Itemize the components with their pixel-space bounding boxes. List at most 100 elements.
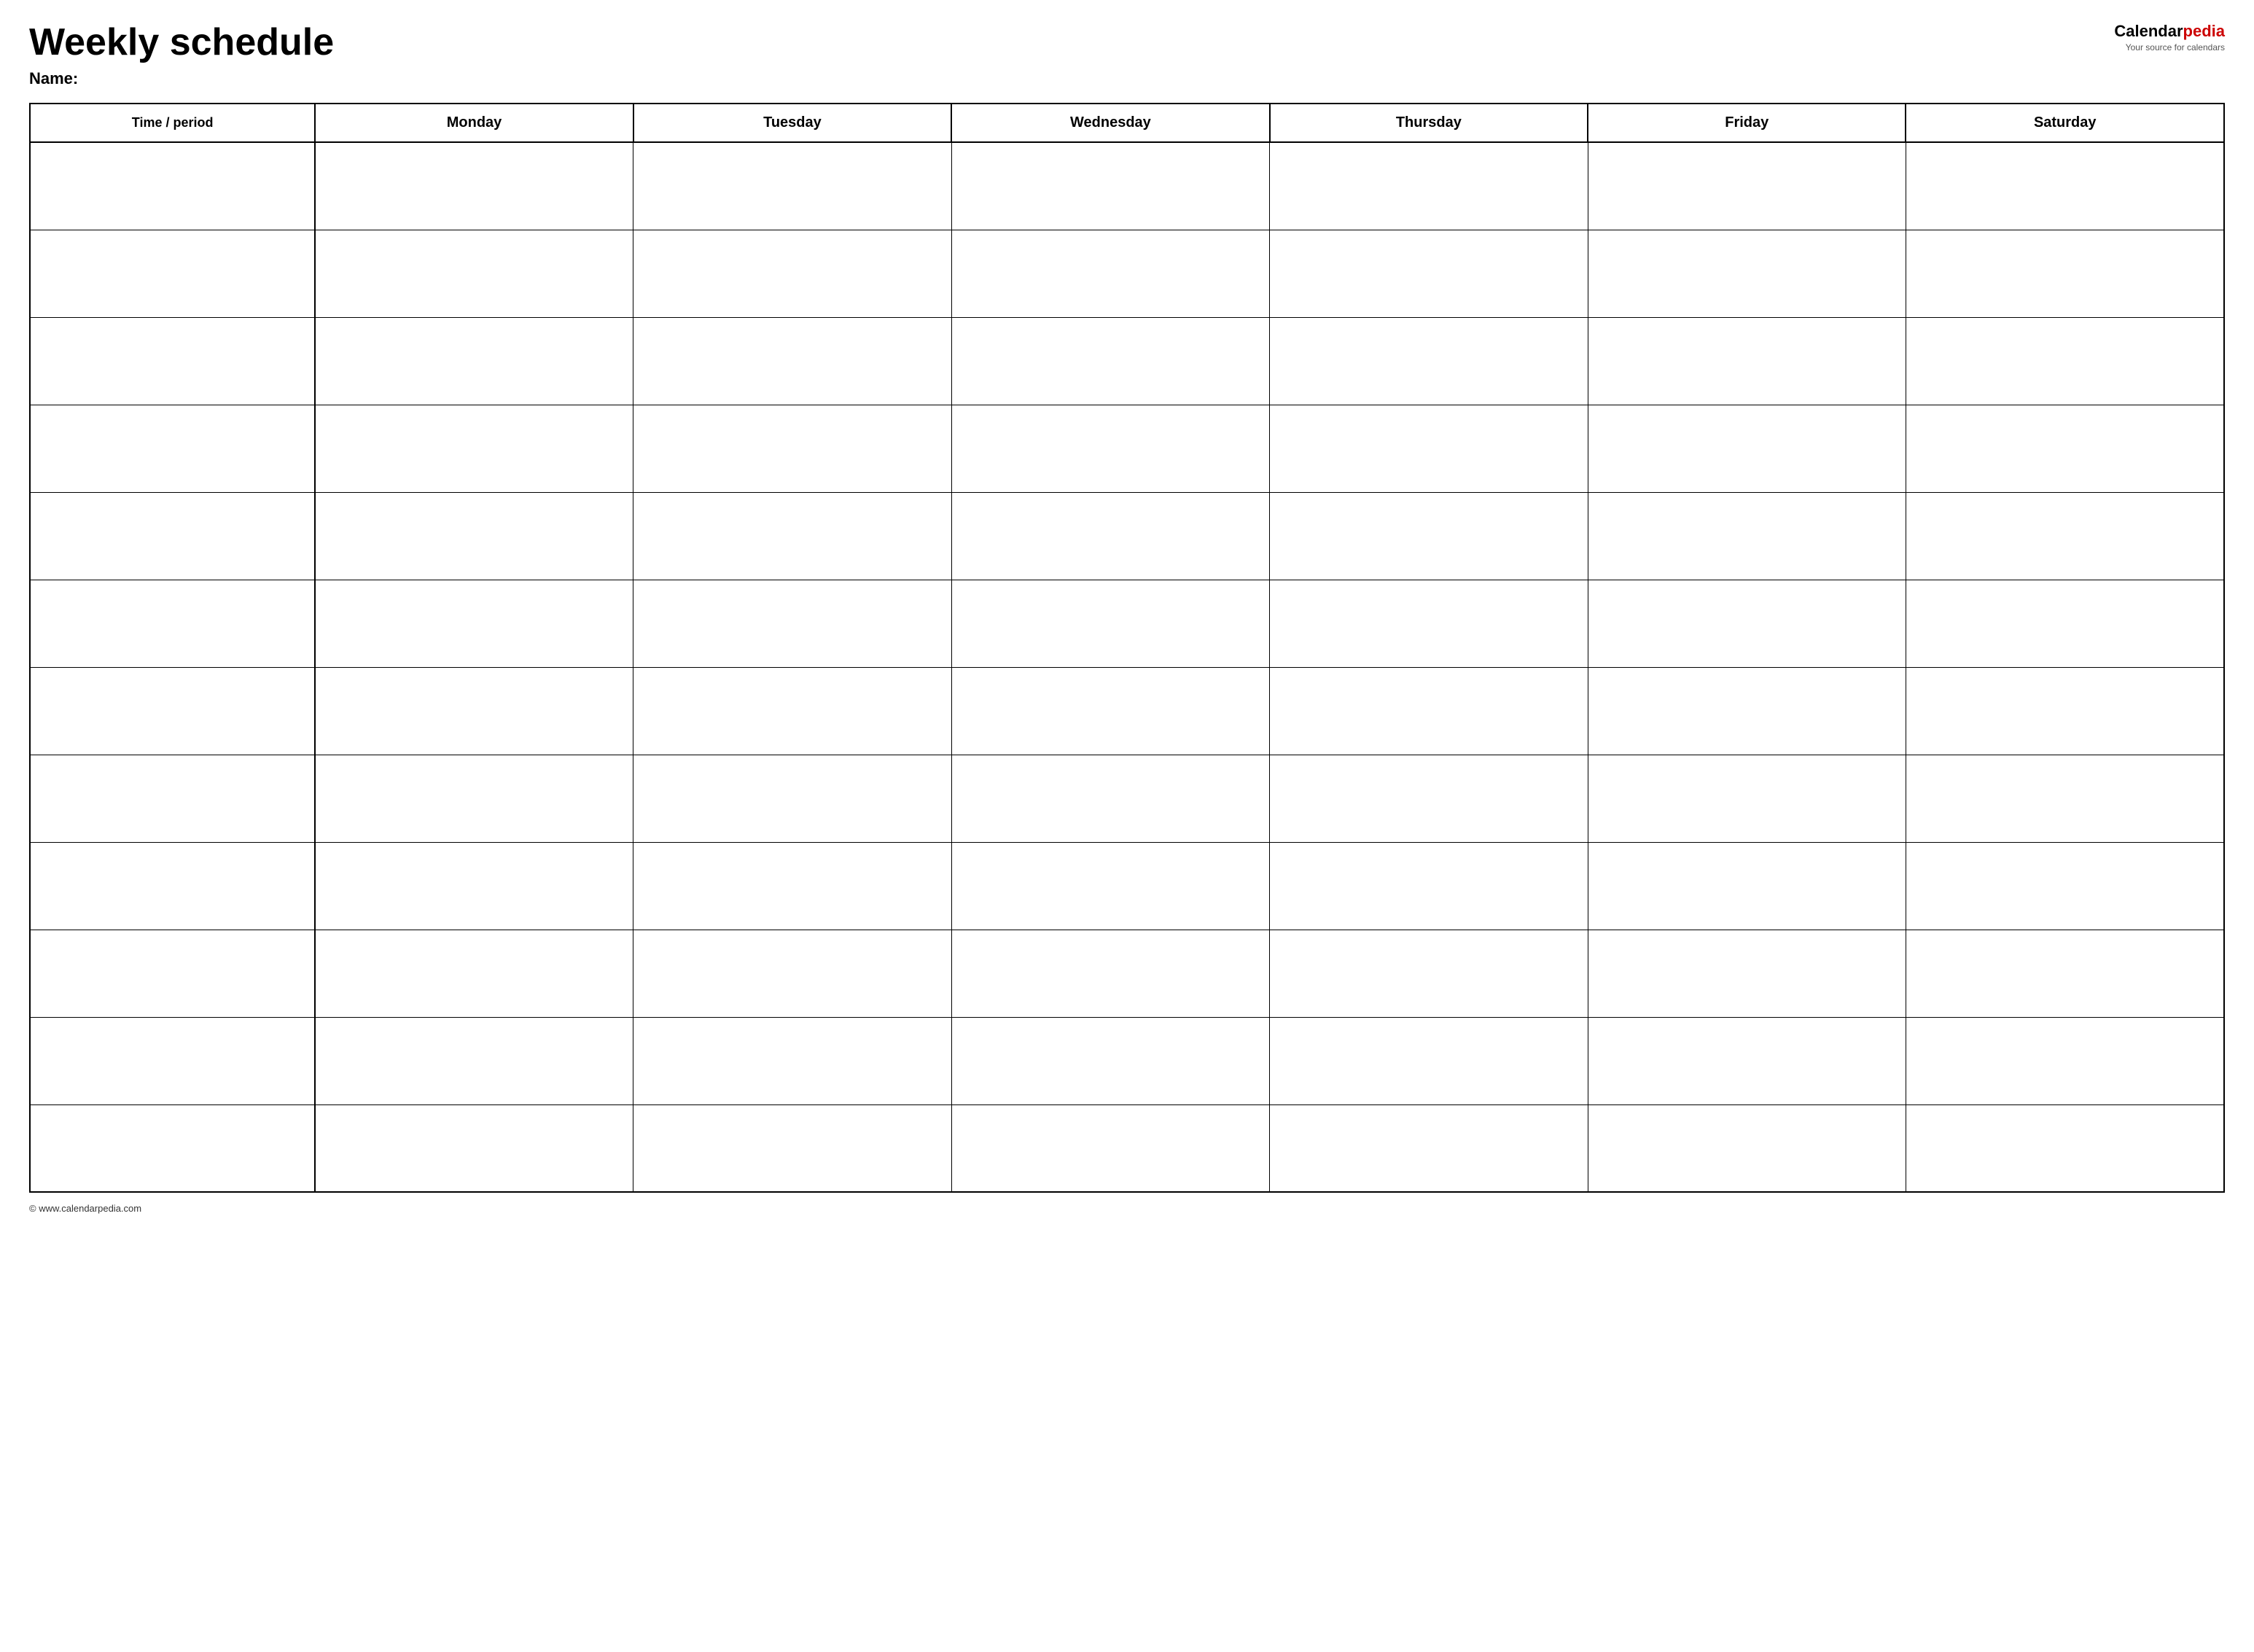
time-cell[interactable] [30, 580, 315, 667]
schedule-cell[interactable] [951, 667, 1269, 755]
schedule-cell[interactable] [1588, 1017, 1906, 1104]
schedule-cell[interactable] [1588, 667, 1906, 755]
time-cell[interactable] [30, 1017, 315, 1104]
logo-calendar: Calendar [2114, 22, 2183, 40]
schedule-cell[interactable] [1906, 667, 2224, 755]
schedule-cell[interactable] [951, 405, 1269, 492]
time-cell[interactable] [30, 317, 315, 405]
schedule-cell[interactable] [1270, 1017, 1588, 1104]
schedule-cell[interactable] [951, 317, 1269, 405]
table-row [30, 317, 2224, 405]
schedule-cell[interactable] [1270, 492, 1588, 580]
schedule-cell[interactable] [315, 1017, 633, 1104]
schedule-cell[interactable] [951, 842, 1269, 930]
schedule-cell[interactable] [1588, 580, 1906, 667]
schedule-cell[interactable] [1270, 405, 1588, 492]
schedule-cell[interactable] [1270, 230, 1588, 317]
time-cell[interactable] [30, 405, 315, 492]
title-section: Weekly schedule Name: [29, 22, 2094, 88]
schedule-cell[interactable] [1588, 142, 1906, 230]
schedule-cell[interactable] [1906, 230, 2224, 317]
schedule-cell[interactable] [315, 492, 633, 580]
schedule-cell[interactable] [1588, 1104, 1906, 1192]
schedule-cell[interactable] [1270, 842, 1588, 930]
schedule-cell[interactable] [1588, 842, 1906, 930]
logo-pedia: pedia [2183, 22, 2225, 40]
time-cell[interactable] [30, 142, 315, 230]
schedule-cell[interactable] [1906, 405, 2224, 492]
schedule-cell[interactable] [633, 317, 951, 405]
schedule-cell[interactable] [951, 1017, 1269, 1104]
schedule-cell[interactable] [1270, 317, 1588, 405]
schedule-cell[interactable] [633, 930, 951, 1017]
time-cell[interactable] [30, 930, 315, 1017]
time-cell[interactable] [30, 842, 315, 930]
schedule-cell[interactable] [315, 230, 633, 317]
schedule-cell[interactable] [315, 667, 633, 755]
time-cell[interactable] [30, 755, 315, 842]
time-cell[interactable] [30, 230, 315, 317]
schedule-cell[interactable] [1906, 142, 2224, 230]
schedule-cell[interactable] [1588, 317, 1906, 405]
schedule-cell[interactable] [951, 580, 1269, 667]
table-header-row: Time / period Monday Tuesday Wednesday T… [30, 104, 2224, 142]
table-row [30, 1104, 2224, 1192]
schedule-cell[interactable] [315, 842, 633, 930]
schedule-cell[interactable] [1270, 142, 1588, 230]
footer: © www.calendarpedia.com [29, 1203, 2225, 1214]
schedule-cell[interactable] [1588, 930, 1906, 1017]
schedule-cell[interactable] [1906, 930, 2224, 1017]
schedule-cell[interactable] [1270, 580, 1588, 667]
schedule-cell[interactable] [633, 405, 951, 492]
schedule-cell[interactable] [1906, 492, 2224, 580]
schedule-cell[interactable] [315, 580, 633, 667]
time-cell[interactable] [30, 492, 315, 580]
schedule-cell[interactable] [633, 1104, 951, 1192]
schedule-cell[interactable] [1906, 1104, 2224, 1192]
schedule-cell[interactable] [633, 755, 951, 842]
schedule-cell[interactable] [633, 580, 951, 667]
schedule-cell[interactable] [1270, 930, 1588, 1017]
schedule-cell[interactable] [1270, 1104, 1588, 1192]
table-row [30, 667, 2224, 755]
schedule-cell[interactable] [315, 755, 633, 842]
col-header-wednesday: Wednesday [951, 104, 1269, 142]
schedule-cell[interactable] [1588, 230, 1906, 317]
schedule-cell[interactable] [951, 230, 1269, 317]
schedule-cell[interactable] [633, 142, 951, 230]
table-row [30, 142, 2224, 230]
schedule-cell[interactable] [633, 1017, 951, 1104]
time-cell[interactable] [30, 667, 315, 755]
schedule-cell[interactable] [315, 1104, 633, 1192]
logo-section: Calendarpedia Your source for calendars [2094, 22, 2225, 52]
schedule-cell[interactable] [951, 930, 1269, 1017]
schedule-cell[interactable] [1906, 842, 2224, 930]
col-header-tuesday: Tuesday [633, 104, 951, 142]
schedule-cell[interactable] [1906, 580, 2224, 667]
schedule-cell[interactable] [315, 930, 633, 1017]
table-row [30, 580, 2224, 667]
schedule-cell[interactable] [1270, 755, 1588, 842]
schedule-cell[interactable] [1588, 755, 1906, 842]
schedule-cell[interactable] [1588, 405, 1906, 492]
schedule-table: Time / period Monday Tuesday Wednesday T… [29, 103, 2225, 1193]
schedule-cell[interactable] [1906, 755, 2224, 842]
schedule-cell[interactable] [1588, 492, 1906, 580]
schedule-cell[interactable] [633, 492, 951, 580]
col-header-thursday: Thursday [1270, 104, 1588, 142]
schedule-cell[interactable] [1270, 667, 1588, 755]
schedule-cell[interactable] [315, 405, 633, 492]
schedule-cell[interactable] [1906, 317, 2224, 405]
schedule-cell[interactable] [1906, 1017, 2224, 1104]
schedule-cell[interactable] [315, 142, 633, 230]
schedule-cell[interactable] [951, 755, 1269, 842]
page-title: Weekly schedule [29, 22, 2094, 63]
schedule-cell[interactable] [951, 142, 1269, 230]
schedule-cell[interactable] [951, 1104, 1269, 1192]
schedule-cell[interactable] [633, 230, 951, 317]
schedule-cell[interactable] [633, 667, 951, 755]
schedule-cell[interactable] [951, 492, 1269, 580]
schedule-cell[interactable] [315, 317, 633, 405]
time-cell[interactable] [30, 1104, 315, 1192]
schedule-cell[interactable] [633, 842, 951, 930]
